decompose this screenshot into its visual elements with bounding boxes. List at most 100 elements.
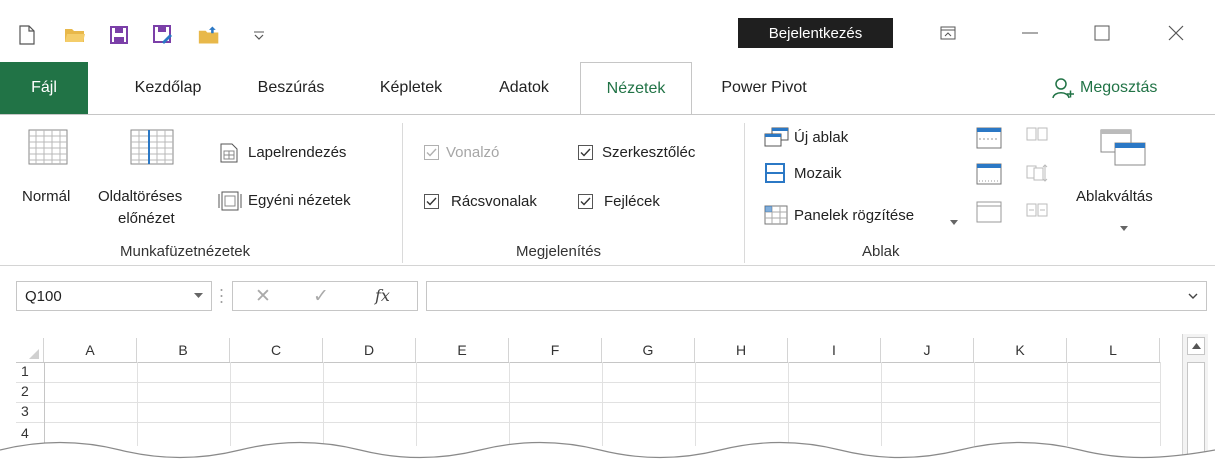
- freeze-panes-button[interactable]: Panelek rögzítése: [794, 207, 914, 224]
- formula-input[interactable]: [426, 281, 1207, 311]
- grid-line: [16, 402, 1160, 403]
- folder-up-icon[interactable]: [198, 24, 220, 46]
- column-header[interactable]: E: [416, 338, 509, 362]
- minimize-icon[interactable]: [1012, 18, 1048, 48]
- tab-view[interactable]: Nézetek: [580, 62, 692, 115]
- worksheet-grid: A B C D E F G H I J K L 1 2 3 4: [0, 328, 1215, 464]
- grid-line: [16, 382, 1160, 383]
- column-header[interactable]: F: [509, 338, 602, 362]
- formula-bar-grip-icon[interactable]: [220, 286, 223, 306]
- page-break-preview-icon[interactable]: [130, 129, 174, 169]
- grid-line: [16, 422, 1160, 423]
- row-header[interactable]: 2: [16, 383, 44, 402]
- name-box[interactable]: Q100: [16, 281, 212, 311]
- group-label-workbook-views: Munkafüzetnézetek: [120, 243, 251, 260]
- title-bar: Bejelentkezés: [0, 0, 1215, 62]
- tab-data[interactable]: Adatok: [480, 62, 568, 114]
- grid-line: [416, 362, 417, 446]
- switch-windows-icon[interactable]: [1100, 129, 1146, 173]
- new-document-icon[interactable]: [16, 24, 38, 46]
- column-header[interactable]: I: [788, 338, 881, 362]
- login-button[interactable]: Bejelentkezés: [738, 18, 893, 48]
- custom-views-icon: [218, 191, 242, 215]
- grid-line: [788, 362, 789, 446]
- headings-label: Fejlécek: [604, 193, 660, 210]
- column-header[interactable]: D: [323, 338, 416, 362]
- ribbon-display-options-icon[interactable]: [930, 18, 966, 48]
- switch-windows-button[interactable]: Ablakváltás: [1076, 188, 1153, 205]
- reset-window-position-icon[interactable]: [1026, 201, 1048, 225]
- ribbon-view: Normál Oldaltöréses előnézet Lapelrendez…: [0, 114, 1215, 266]
- tab-insert[interactable]: Beszúrás: [240, 62, 342, 114]
- formula-bar-label: Szerkesztőléc: [602, 144, 696, 161]
- custom-views-button[interactable]: Egyéni nézetek: [248, 192, 351, 209]
- freeze-panes-dropdown-icon[interactable]: [950, 213, 958, 230]
- tab-power-pivot[interactable]: Power Pivot: [704, 62, 824, 114]
- expand-formula-bar-icon[interactable]: [1188, 293, 1198, 300]
- column-header[interactable]: H: [695, 338, 788, 362]
- grid-line: [323, 362, 324, 446]
- name-box-value: Q100: [25, 288, 62, 305]
- column-header[interactable]: C: [230, 338, 323, 362]
- formula-bar: Q100 ✕ ✓ fx: [0, 266, 1215, 328]
- normal-view-icon[interactable]: [28, 129, 68, 169]
- select-all-button[interactable]: [16, 338, 44, 362]
- ribbon-tabs: Fájl Kezdőlap Beszúrás Képletek Adatok N…: [0, 62, 1215, 115]
- column-header[interactable]: G: [602, 338, 695, 362]
- grid-line: [1160, 362, 1161, 446]
- group-separator: [744, 123, 745, 263]
- grid-line: [1067, 362, 1068, 446]
- tab-formulas[interactable]: Képletek: [362, 62, 460, 114]
- save-icon[interactable]: [108, 24, 130, 46]
- page-layout-icon: [220, 143, 238, 167]
- grid-line: [602, 362, 603, 446]
- column-header[interactable]: K: [974, 338, 1067, 362]
- group-label-show: Megjelenítés: [516, 243, 602, 260]
- ruler-checkbox[interactable]: [424, 145, 439, 160]
- group-separator: [402, 123, 403, 263]
- close-icon[interactable]: [1158, 18, 1194, 48]
- column-header[interactable]: A: [44, 338, 137, 362]
- scroll-up-icon[interactable]: [1187, 337, 1205, 355]
- maximize-icon[interactable]: [1084, 18, 1120, 48]
- column-header[interactable]: B: [137, 338, 230, 362]
- split-icon[interactable]: [976, 127, 1002, 153]
- grid-line: [974, 362, 975, 446]
- column-header[interactable]: J: [881, 338, 974, 362]
- save-as-icon[interactable]: [152, 24, 174, 46]
- switch-windows-dropdown-icon[interactable]: [1120, 219, 1128, 236]
- grid-line: [509, 362, 510, 446]
- enter-icon[interactable]: ✓: [313, 285, 329, 308]
- page-break-preview-button[interactable]: Oldaltöréses: [98, 188, 182, 205]
- synchronous-scrolling-icon[interactable]: [1026, 163, 1048, 189]
- column-header[interactable]: L: [1067, 338, 1160, 362]
- page-break-preview-label-2: előnézet: [118, 210, 175, 227]
- arrange-all-icon: [765, 163, 785, 187]
- grid-line: [137, 362, 138, 446]
- formula-bar-checkbox[interactable]: [578, 145, 593, 160]
- name-box-dropdown-icon[interactable]: [194, 293, 203, 299]
- qat-customize-icon[interactable]: [248, 24, 270, 46]
- cancel-icon[interactable]: ✕: [255, 285, 271, 308]
- unhide-window-icon[interactable]: [976, 201, 1002, 227]
- hide-window-icon[interactable]: [976, 163, 1002, 189]
- row-header[interactable]: 1: [16, 363, 44, 382]
- row-header[interactable]: 3: [16, 403, 44, 422]
- page-layout-button[interactable]: Lapelrendezés: [248, 144, 346, 161]
- formula-buttons: ✕ ✓ fx: [232, 281, 418, 311]
- tab-home[interactable]: Kezdőlap: [116, 62, 220, 114]
- arrange-all-button[interactable]: Mozaik: [794, 165, 842, 182]
- grid-line: [230, 362, 231, 446]
- open-folder-icon[interactable]: [64, 24, 86, 46]
- headings-checkbox[interactable]: [578, 194, 593, 209]
- ruler-label: Vonalzó: [446, 144, 500, 161]
- insert-function-icon[interactable]: fx: [375, 286, 390, 305]
- new-window-button[interactable]: Új ablak: [794, 129, 848, 146]
- gridlines-label: Rácsvonalak: [451, 193, 537, 210]
- normal-view-button[interactable]: Normál: [22, 188, 70, 205]
- view-side-by-side-icon[interactable]: [1026, 127, 1048, 151]
- tab-file[interactable]: Fájl: [0, 62, 88, 114]
- gridlines-checkbox[interactable]: [424, 194, 439, 209]
- new-window-icon: [764, 127, 790, 151]
- share-button[interactable]: Megosztás: [1052, 62, 1157, 114]
